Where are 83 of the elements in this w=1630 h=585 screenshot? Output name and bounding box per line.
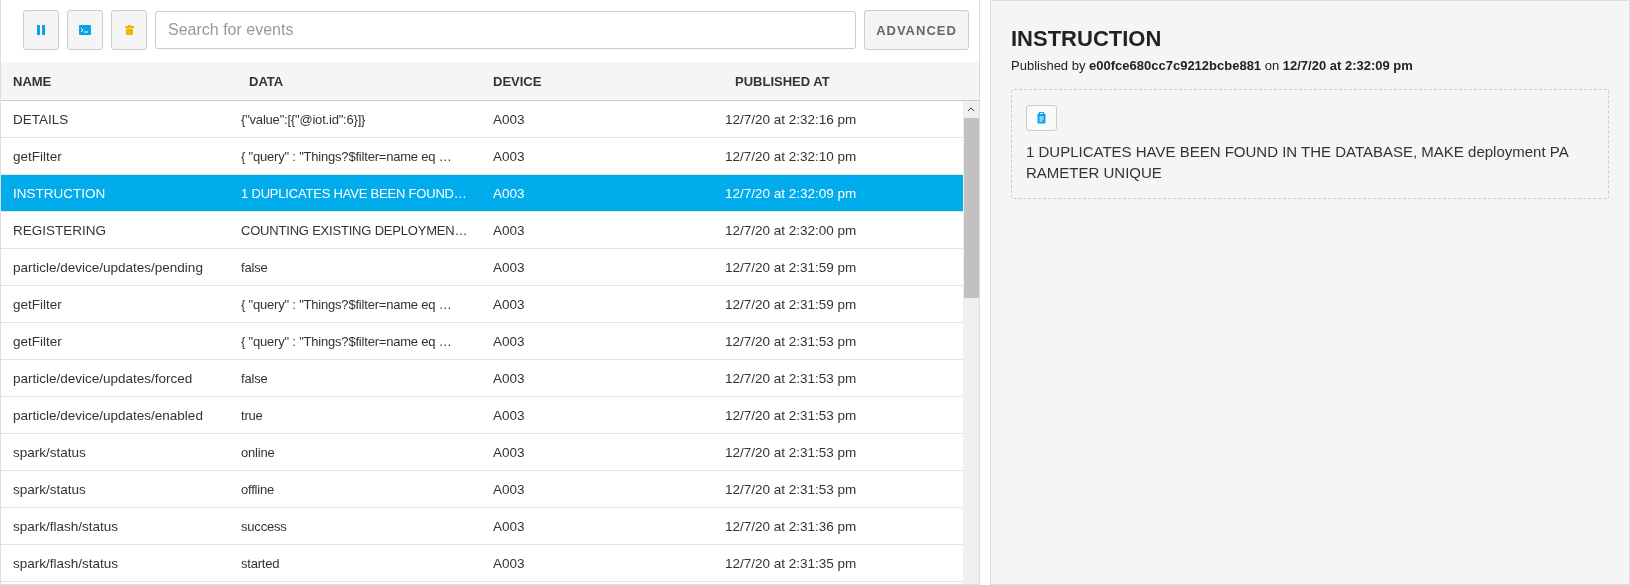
table-cell-text: false <box>240 370 269 386</box>
table-cell-text: success <box>240 518 288 534</box>
table-cell-text: A003 <box>492 259 526 275</box>
table-cell-text: 12/7/20 at 2:32:00 pm <box>724 222 858 238</box>
table-cell-text: 12/7/20 at 2:32:16 pm <box>724 111 858 127</box>
table-cell-text: 12/7/20 at 2:31:53 pm <box>724 444 858 460</box>
table-cell-text: particle/device/updates/forced <box>12 370 194 386</box>
clear-button[interactable] <box>111 10 147 50</box>
table-cell-text: spark/flash/status <box>12 518 120 534</box>
table-cell-text: spark/flash/status <box>12 555 120 571</box>
table-cell-text: A003 <box>492 148 526 164</box>
table-cell-text: REGISTERING <box>12 222 107 238</box>
scrollbar-thumb[interactable] <box>963 118 979 298</box>
table-cell-text: A003 <box>492 222 526 238</box>
table-row[interactable]: particle/device/updates/forced false A003 12/7/20 at 2:31:53 pm <box>1 360 963 397</box>
table-row[interactable]: particle/device/updates/pending false A003 12/7/20 at 2:31:59 pm <box>1 249 963 286</box>
table-cell-text: getFilter <box>12 148 63 164</box>
table-cell-text: { "query" : "Things?$filter=name eq … <box>240 148 453 164</box>
table-cell-text: 12/7/20 at 2:31:36 pm <box>724 518 858 534</box>
table-cell-text: 12/7/20 at 2:31:59 pm <box>724 259 858 275</box>
table-cell-text: COUNTING EXISTING DEPLOYMEN… <box>240 222 469 238</box>
table-cell-text: A003 <box>492 444 526 460</box>
table-cell-text: 12/7/20 at 2:31:53 pm <box>724 333 858 349</box>
published-info: Published by e00fce680cc7c9212bcbe881 on 12/7/20 at 2:32:09 pm <box>1011 58 1414 73</box>
table-cell-text: A003 <box>492 407 526 423</box>
table-row[interactable]: spark/flash/status success A003 12/7/20 at 2:31:36 pm <box>1 508 963 545</box>
table-cell-text: started <box>240 555 281 571</box>
table-cell-text: { "query" : "Things?$filter=name eq … <box>240 333 453 349</box>
table-cell-text: {"value":[{"@iot.id":6}]} <box>240 111 367 127</box>
table-cell-text: online <box>240 444 276 460</box>
table-cell-text: A003 <box>492 333 526 349</box>
table-cell-text: A003 <box>492 370 526 386</box>
table-cell-text: true <box>240 407 264 423</box>
table-row[interactable]: DETAILS {"value":[{"@iot.id":6}]} A003 12/7/20 at 2:32:16 pm <box>1 101 963 138</box>
pause-icon <box>37 25 45 35</box>
table-row[interactable]: spark/status offline A003 12/7/20 at 2:31:53 pm <box>1 471 963 508</box>
table-cell-text: getFilter <box>12 333 63 349</box>
table-cell-text: A003 <box>492 111 526 127</box>
scrollbar[interactable] <box>963 101 979 584</box>
table-cell-text: DETAILS <box>12 111 70 127</box>
event-data-text: 1 DUPLICATES HAVE BEEN FOUND IN THE DATABASE, MAKE deployment PA RAMETER UNIQUE <box>1026 142 1570 183</box>
table-cell-text: 12/7/20 at 2:31:59 pm <box>724 296 858 312</box>
advanced-button[interactable]: ADVANCED <box>864 10 969 50</box>
table-row[interactable]: spark/flash/status started A003 12/7/20 at 2:31:35 pm <box>1 545 963 582</box>
table-cell-text: particle/device/updates/pending <box>12 259 204 275</box>
table-cell-text: false <box>240 259 269 275</box>
table-cell-text: getFilter <box>12 296 63 312</box>
event-title: INSTRUCTION <box>1011 26 1163 52</box>
table-cell-text: 12/7/20 at 2:31:53 pm <box>724 407 858 423</box>
table-cell-text: 12/7/20 at 2:32:09 pm <box>724 185 858 201</box>
trash-icon <box>124 25 134 35</box>
table-row[interactable]: getFilter { "query" : "Things?$filter=name eq … A003 12/7/20 at 2:31:53 pm <box>1 323 963 360</box>
terminal-button[interactable] <box>67 10 103 50</box>
table-row[interactable]: getFilter { "query" : "Things?$filter=name eq … A003 12/7/20 at 2:31:59 pm <box>1 286 963 323</box>
table-cell-text: A003 <box>492 296 526 312</box>
copy-button[interactable] <box>1026 105 1057 131</box>
column-header[interactable]: DEVICE <box>481 73 713 89</box>
column-header[interactable]: PUBLISHED AT <box>713 73 933 89</box>
pause-button[interactable] <box>23 10 59 50</box>
table-cell-text: 1 DUPLICATES HAVE BEEN FOUND… <box>240 185 468 201</box>
table-row[interactable]: particle/device/updates/enabled true A003 12/7/20 at 2:31:53 pm <box>1 397 963 434</box>
table-row[interactable]: REGISTERING COUNTING EXISTING DEPLOYMEN… A003 12/7/20 at 2:32:00 pm <box>1 212 963 249</box>
table-cell-text: A003 <box>492 518 526 534</box>
table-cell-text: A003 <box>492 481 526 497</box>
table-cell-text: A003 <box>492 555 526 571</box>
search-field[interactable]: Search for events <box>155 11 856 49</box>
column-header[interactable]: DATA <box>231 73 481 89</box>
table-cell-text: INSTRUCTION <box>12 185 107 201</box>
table-cell-text: 12/7/20 at 2:32:10 pm <box>724 148 858 164</box>
scroll-up-icon[interactable] <box>967 107 975 112</box>
table-row[interactable]: spark/status online A003 12/7/20 at 2:31:53 pm <box>1 434 963 471</box>
column-header[interactable]: NAME <box>1 73 231 89</box>
table-cell-text: offline <box>240 481 276 497</box>
table-cell-text: spark/status <box>12 444 87 460</box>
table-cell-text: { "query" : "Things?$filter=name eq … <box>240 296 453 312</box>
table-cell-text: spark/status <box>12 481 87 497</box>
table-cell-text: particle/device/updates/enabled <box>12 407 204 423</box>
terminal-icon <box>79 25 91 35</box>
table-cell-text: 12/7/20 at 2:31:53 pm <box>724 370 858 386</box>
table-cell-text: A003 <box>492 185 526 201</box>
clipboard-icon <box>1037 112 1046 124</box>
table-cell-text: 12/7/20 at 2:31:53 pm <box>724 481 858 497</box>
table-cell-text: 12/7/20 at 2:31:35 pm <box>724 555 858 571</box>
